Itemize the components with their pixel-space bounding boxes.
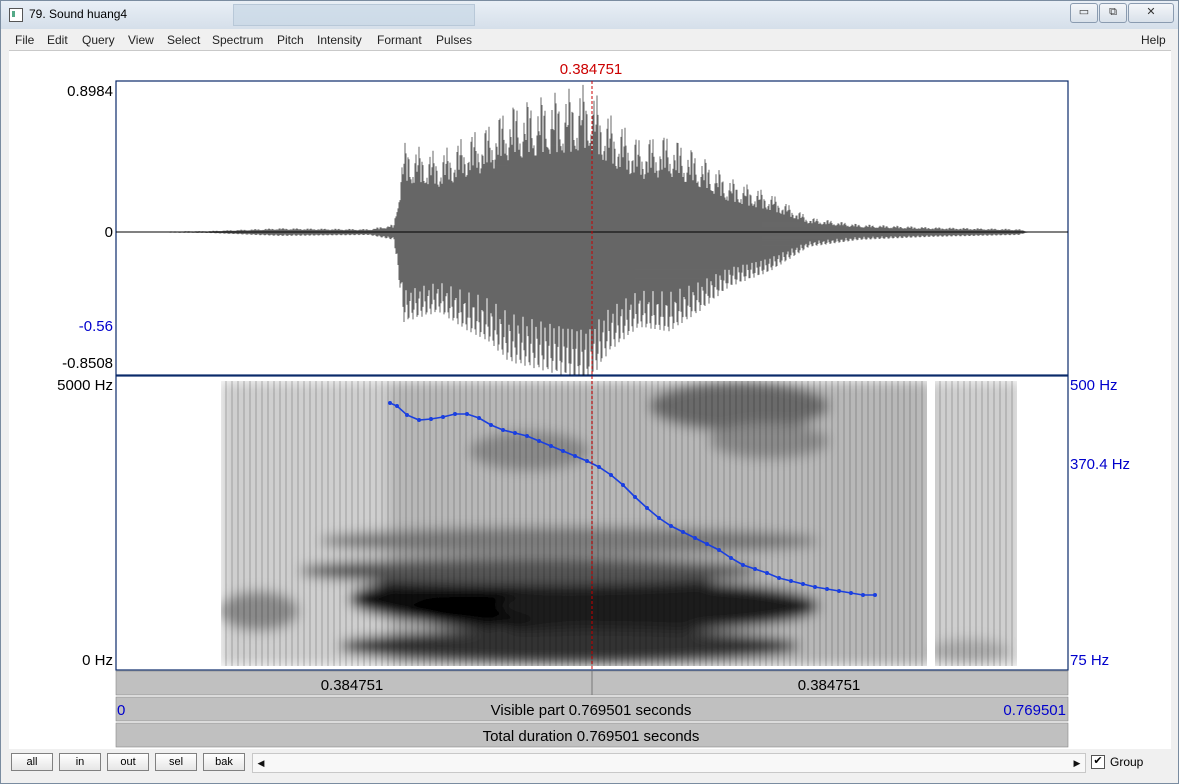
visible-start-time: 0 — [117, 702, 125, 719]
menu-formant[interactable]: Formant — [377, 33, 422, 47]
waveform-max-label: 0.8984 — [67, 83, 113, 100]
pitch-point — [681, 530, 685, 534]
pitch-point — [741, 563, 745, 567]
bottom-toolbar: all in out sel bak ◀ ▶ ✔ Group — [9, 749, 1171, 777]
pitch-point — [825, 587, 829, 591]
close-button[interactable]: ✕ — [1128, 3, 1174, 23]
waveform-zero-label: 0 — [105, 224, 113, 241]
pitch-point — [657, 516, 661, 520]
cursor-time-label: 0.384751 — [560, 61, 623, 78]
minimize-button[interactable]: ▭ — [1070, 3, 1098, 23]
pitch-point — [453, 412, 457, 416]
spectrogram-min-label: 0 Hz — [82, 652, 113, 669]
pitch-point — [837, 589, 841, 593]
waveform-min-label: -0.8508 — [62, 355, 113, 372]
scroll-left-icon[interactable]: ◀ — [253, 754, 269, 772]
scroll-right-icon[interactable]: ▶ — [1069, 754, 1085, 772]
menu-view[interactable]: View — [128, 33, 154, 47]
waveform-cursor-value: -0.56 — [79, 318, 113, 335]
menu-spectrum[interactable]: Spectrum — [212, 33, 263, 47]
pitch-point — [429, 417, 433, 421]
horizontal-scrollbar[interactable]: ◀ ▶ — [252, 753, 1086, 773]
visible-part-label: Visible part 0.769501 seconds — [491, 702, 692, 719]
pitch-point — [513, 431, 517, 435]
restore-button[interactable]: ⧉ — [1099, 3, 1127, 23]
sound-editor-canvas[interactable]: 0.384751 0.8984 0 -0.56 -0.8508 5000 Hz … — [9, 51, 1171, 749]
menu-pulses[interactable]: Pulses — [436, 33, 472, 47]
pitch-point — [525, 434, 529, 438]
pitch-point — [597, 465, 601, 469]
right-segment-duration: 0.384751 — [798, 677, 861, 694]
zoom-out-button[interactable]: out — [107, 753, 149, 771]
pitch-point — [537, 439, 541, 443]
pitch-point — [861, 593, 865, 597]
menu-pitch[interactable]: Pitch — [277, 33, 304, 47]
zoom-all-button[interactable]: all — [11, 753, 53, 771]
pitch-point — [729, 556, 733, 560]
pitch-point — [849, 591, 853, 595]
pitch-point — [489, 423, 493, 427]
pitch-max-label: 500 Hz — [1070, 377, 1118, 394]
pitch-point — [717, 548, 721, 552]
pitch-point — [395, 404, 399, 408]
background-window-ghost — [233, 4, 475, 26]
pitch-point — [705, 542, 709, 546]
pitch-point — [441, 415, 445, 419]
visible-end-time: 0.769501 — [1003, 702, 1066, 719]
total-duration-label: Total duration 0.769501 seconds — [483, 728, 700, 745]
pitch-point — [765, 571, 769, 575]
menu-file[interactable]: File — [15, 33, 34, 47]
pitch-min-label: 75 Hz — [1070, 652, 1109, 669]
menu-bar: File Edit Query View Select Spectrum Pit… — [9, 31, 1171, 51]
zoom-back-button[interactable]: bak — [203, 753, 245, 771]
group-label: Group — [1110, 755, 1144, 769]
app-icon — [9, 8, 23, 22]
pitch-point — [669, 524, 673, 528]
title-bar: 79. Sound huang4 ▭ ⧉ ✕ — [1, 1, 1178, 29]
pitch-point — [645, 506, 649, 510]
pitch-point — [573, 454, 577, 458]
praat-sound-window: 79. Sound huang4 ▭ ⧉ ✕ File Edit Query V… — [0, 0, 1179, 784]
pitch-point — [549, 444, 553, 448]
pitch-point — [585, 459, 589, 463]
pitch-point — [477, 416, 481, 420]
window-title: 79. Sound huang4 — [29, 7, 128, 21]
pitch-point — [753, 567, 757, 571]
menu-query[interactable]: Query — [82, 33, 115, 47]
zoom-in-button[interactable]: in — [59, 753, 101, 771]
pitch-point — [501, 428, 505, 432]
pitch-point — [801, 582, 805, 586]
spectrogram-max-label: 5000 Hz — [57, 377, 113, 394]
pitch-point — [405, 413, 409, 417]
pitch-point — [561, 449, 565, 453]
pitch-cursor-value: 370.4 Hz — [1070, 456, 1130, 473]
menu-help[interactable]: Help — [1141, 33, 1166, 47]
left-segment-duration: 0.384751 — [321, 677, 384, 694]
zoom-selection-button[interactable]: sel — [155, 753, 197, 771]
pitch-point — [621, 483, 625, 487]
menu-select[interactable]: Select — [167, 33, 200, 47]
menu-intensity[interactable]: Intensity — [317, 33, 362, 47]
pitch-point — [777, 576, 781, 580]
pitch-point — [609, 473, 613, 477]
pitch-point — [813, 585, 817, 589]
group-checkbox[interactable]: ✔ — [1091, 755, 1105, 769]
menu-edit[interactable]: Edit — [47, 33, 68, 47]
pitch-point — [873, 593, 877, 597]
pitch-point — [465, 412, 469, 416]
pitch-point — [417, 418, 421, 422]
pitch-point — [693, 536, 697, 540]
pitch-point — [633, 495, 637, 499]
pitch-point — [388, 401, 392, 405]
pitch-point — [789, 579, 793, 583]
